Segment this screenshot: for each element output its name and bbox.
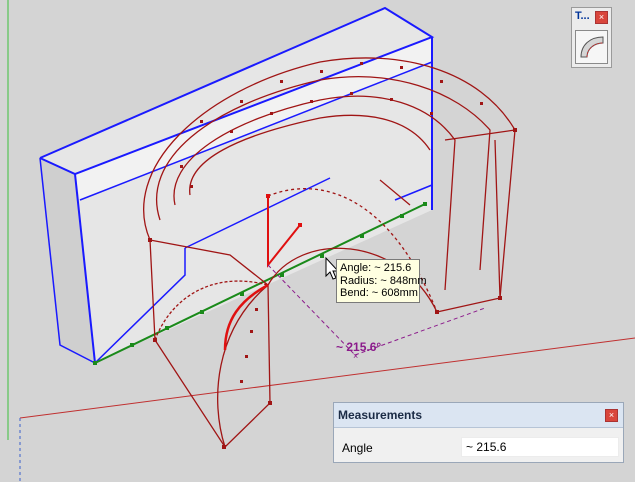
tool-palette-close-icon[interactable]: × — [595, 11, 608, 24]
tooltip-radius: Radius: ~ 848mm — [340, 274, 427, 287]
measurements-label: Angle — [342, 441, 373, 455]
tool-palette: T... × — [571, 7, 612, 68]
tooltip: Angle: ~ 215.6 Radius: ~ 848mm Bend: ~ 6… — [336, 259, 427, 303]
tooltip-bend: Bend: ~ 608mm — [340, 287, 418, 299]
measurements-close-icon[interactable]: × — [605, 409, 618, 422]
curved-shape-tool-icon — [580, 36, 604, 58]
measurements-header: Measurements × — [334, 403, 623, 428]
angle-annotation: ~ 215.6° — [336, 340, 382, 354]
tool-palette-title: T... — [575, 10, 590, 22]
measurements-title: Measurements — [338, 408, 423, 422]
curved-shape-tool-button[interactable] — [575, 30, 608, 64]
tooltip-angle: Angle: ~ 215.6 — [340, 262, 412, 274]
measurements-value-field[interactable]: ~ 215.6 — [461, 437, 619, 457]
measurements-panel: Measurements × Angle ~ 215.6 — [333, 402, 624, 463]
